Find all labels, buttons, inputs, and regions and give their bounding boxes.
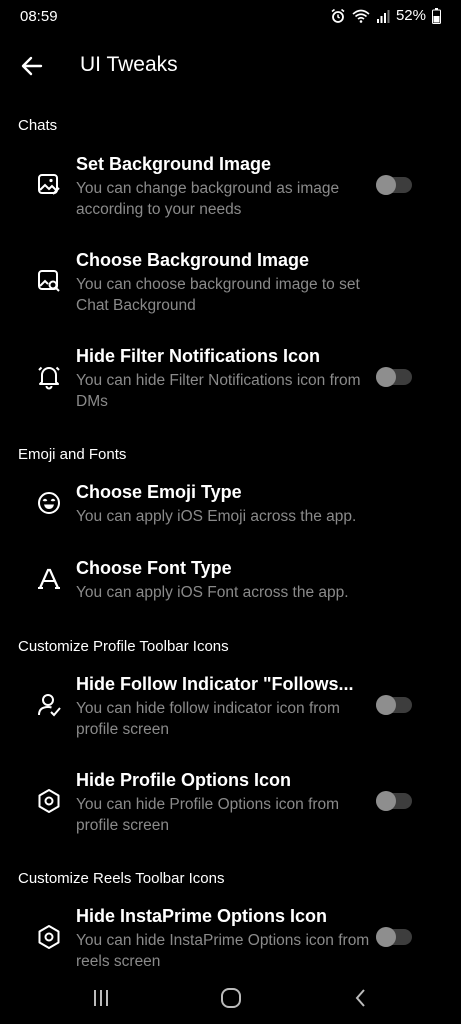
setting-description: You can apply iOS Font across the app. <box>76 584 349 601</box>
back-button[interactable] <box>14 48 50 84</box>
set-background-image-toggle[interactable] <box>376 175 412 195</box>
alarm-icon <box>331 8 345 23</box>
setting-description: You can choose background image to set C… <box>76 276 360 314</box>
chevron-left-icon <box>355 989 365 1007</box>
setting-description: You can hide Profile Options icon from p… <box>76 796 340 834</box>
toggle-knob <box>376 791 396 811</box>
app-bar: UI Tweaks <box>0 40 461 92</box>
status-bar: 08:59 52% <box>0 0 461 34</box>
setting-choose-emoji-type[interactable]: Choose Emoji Type You can apply iOS Emoj… <box>0 476 461 542</box>
bell-icon <box>38 366 60 390</box>
image-search-icon <box>38 270 60 292</box>
toggle-knob <box>376 175 396 195</box>
setting-description: You can apply iOS Emoji across the app. <box>76 508 357 525</box>
setting-title: Choose Emoji Type <box>76 482 242 502</box>
setting-title: Hide Follow Indicator "Follows... <box>76 674 354 694</box>
wifi-icon <box>352 9 370 23</box>
setting-hide-profile-options-icon[interactable]: Hide Profile Options Icon You can hide P… <box>0 764 461 850</box>
setting-description: You can hide InstaPrime Options icon fro… <box>76 932 370 970</box>
section-header-profile-toolbar: Customize Profile Toolbar Icons <box>18 638 229 655</box>
setting-choose-font-type[interactable]: Choose Font Type You can apply iOS Font … <box>0 552 461 618</box>
page-title: UI Tweaks <box>80 53 178 76</box>
user-check-icon <box>38 694 61 717</box>
hexagon-settings-icon <box>38 789 60 813</box>
setting-title: Hide Filter Notifications Icon <box>76 346 321 366</box>
font-icon <box>38 568 60 589</box>
battery-percent: 52% <box>395 7 426 24</box>
section-header-reels-toolbar: Customize Reels Toolbar Icons <box>18 870 225 887</box>
setting-set-background-image[interactable]: Set Background Image You can change back… <box>0 146 461 232</box>
image-edit-icon <box>38 174 60 195</box>
toggle-knob <box>376 695 396 715</box>
section-header-emoji-fonts: Emoji and Fonts <box>18 446 127 463</box>
toggle-knob <box>376 927 396 947</box>
setting-description: You can change background as image accor… <box>76 180 340 218</box>
navigation-bar <box>0 972 461 1024</box>
home-icon <box>221 988 241 1008</box>
setting-title: Choose Font Type <box>76 558 232 578</box>
setting-choose-background-image[interactable]: Choose Background Image You can choose b… <box>0 242 461 328</box>
hide-instaprime-options-toggle[interactable] <box>376 927 412 947</box>
signal-icon <box>376 9 390 23</box>
recent-apps-button[interactable] <box>86 986 116 1010</box>
setting-title: Hide InstaPrime Options Icon <box>76 906 328 926</box>
toggle-knob <box>376 367 396 387</box>
setting-title: Hide Profile Options Icon <box>76 770 292 790</box>
hide-filter-notifications-toggle[interactable] <box>376 367 412 387</box>
emoji-icon <box>38 492 60 514</box>
section-header-chats: Chats <box>18 117 58 134</box>
setting-title: Choose Background Image <box>76 250 310 270</box>
hide-follow-indicator-toggle[interactable] <box>376 695 412 715</box>
arrow-left-icon <box>21 56 43 76</box>
setting-hide-follow-indicator[interactable]: Hide Follow Indicator "Follows... You ca… <box>0 668 461 754</box>
setting-hide-filter-notifications-icon[interactable]: Hide Filter Notifications Icon You can h… <box>0 338 461 424</box>
home-button[interactable] <box>216 986 246 1010</box>
setting-title: Set Background Image <box>76 154 272 174</box>
status-time: 08:59 <box>20 8 58 25</box>
setting-description: You can hide follow indicator icon from … <box>76 700 340 738</box>
hide-profile-options-toggle[interactable] <box>376 791 412 811</box>
recent-apps-icon <box>94 990 108 1006</box>
hexagon-settings-icon <box>38 925 60 949</box>
status-icons: 52% <box>330 7 441 24</box>
setting-description: You can hide Filter Notifications icon f… <box>76 372 361 410</box>
setting-hide-instaprime-options-icon[interactable]: Hide InstaPrime Options Icon You can hid… <box>0 900 461 976</box>
back-nav-button[interactable] <box>346 986 376 1010</box>
battery-icon <box>432 7 441 24</box>
